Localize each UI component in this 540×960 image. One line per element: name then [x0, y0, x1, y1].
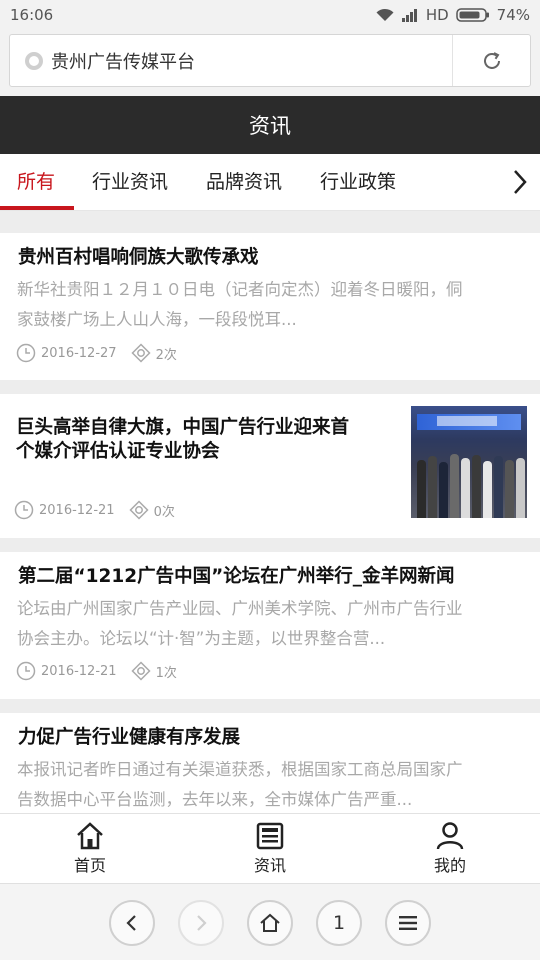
tab-industry-policy[interactable]: 行业政策 — [320, 154, 396, 210]
article-views: 2次 — [155, 347, 177, 363]
status-time: 16:06 — [10, 6, 54, 24]
article-summary-line: 家鼓楼广场上人山人海，一段段悦耳... — [17, 310, 297, 329]
chevron-right-icon — [514, 170, 527, 194]
article-thumbnail[interactable] — [411, 406, 527, 518]
menu-icon — [399, 916, 417, 930]
article-card[interactable]: 巨头高举自律大旗，中国广告行业迎来首 个媒介评估认证专业协会 2016-12-2… — [0, 394, 540, 538]
forward-button[interactable] — [178, 900, 224, 946]
tab-brand-news[interactable]: 品牌资讯 — [206, 154, 282, 210]
article-title[interactable]: 贵州百村唱响侗族大歌传承戏 — [18, 245, 259, 271]
user-icon — [436, 822, 464, 850]
battery-level: 74% — [496, 6, 530, 24]
article-title[interactable]: 力促广告行业健康有序发展 — [18, 725, 240, 751]
nav-mine[interactable]: 我的 — [360, 814, 540, 884]
clock-icon — [16, 343, 36, 363]
article-summary-line: 协会主办。论坛以“计·智”为主题，以世界整合营... — [17, 629, 386, 648]
eye-icon — [131, 343, 151, 363]
home-button[interactable] — [247, 900, 293, 946]
article-summary-line: 本报讯记者昨日通过有关渠道获悉，根据国家工商总局国家广 — [17, 760, 463, 779]
category-tabs: 所有 行业资讯 品牌资讯 行业政策 — [0, 154, 540, 211]
home-icon — [260, 913, 280, 932]
article-views: 1次 — [155, 665, 177, 681]
site-icon — [25, 51, 43, 70]
nav-news-label: 资讯 — [253, 856, 286, 875]
article-title[interactable]: 第二届“1212广告中国”论坛在广州举行_金羊网新闻 — [18, 564, 455, 590]
reload-button[interactable] — [452, 35, 530, 86]
tabs-more-button[interactable] — [510, 168, 530, 196]
active-tab-indicator — [0, 206, 74, 210]
address-text[interactable]: 贵州广告传媒平台 — [51, 48, 452, 74]
eye-icon — [129, 500, 149, 520]
nav-home[interactable]: 首页 — [0, 814, 180, 884]
home-icon — [77, 822, 103, 850]
news-icon — [256, 822, 284, 850]
article-card[interactable]: 力促广告行业健康有序发展 本报讯记者昨日通过有关渠道获悉，根据国家工商总局国家广… — [0, 713, 540, 813]
signal-icon — [401, 8, 419, 22]
article-date: 2016-12-21 — [41, 663, 117, 679]
article-card[interactable]: 贵州百村唱响侗族大歌传承戏 新华社贵阳１２月１０日电（记者向定杰）迎着冬日暖阳，… — [0, 233, 540, 380]
status-bar: 16:06 HD 74% — [0, 0, 540, 30]
article-meta: 2016-12-21 1次 — [16, 661, 177, 681]
article-summary-line: 新华社贵阳１２月１０日电（记者向定杰）迎着冬日暖阳，侗 — [17, 280, 463, 299]
article-summary-line: 告数据中心平台监测，去年以来，全市媒体广告严重... — [17, 790, 413, 809]
article-meta: 2016-12-27 2次 — [16, 343, 177, 363]
menu-button[interactable] — [385, 900, 431, 946]
article-date: 2016-12-27 — [41, 345, 117, 361]
tabs-button[interactable]: 1 — [316, 900, 362, 946]
eye-icon — [131, 661, 151, 681]
article-title-line[interactable]: 巨头高举自律大旗，中国广告行业迎来首 — [16, 415, 349, 441]
chevron-right-icon — [197, 915, 207, 931]
clock-icon — [14, 500, 34, 520]
tab-count: 1 — [332, 912, 346, 934]
tab-industry-news[interactable]: 行业资讯 — [92, 154, 168, 210]
bottom-nav: 首页 资讯 我的 — [0, 813, 540, 883]
status-indicators: HD 74% — [376, 6, 530, 24]
clock-icon — [16, 661, 36, 681]
article-title-line[interactable]: 个媒介评估认证专业协会 — [16, 439, 220, 465]
nav-mine-label: 我的 — [433, 856, 466, 875]
wifi-icon — [376, 8, 394, 22]
nav-home-label: 首页 — [73, 856, 106, 875]
article-meta: 2016-12-21 0次 — [14, 500, 175, 520]
address-bar[interactable]: 贵州广告传媒平台 — [9, 34, 531, 87]
chevron-left-icon — [126, 915, 136, 931]
thumbnail-banner — [417, 414, 521, 430]
article-views: 0次 — [153, 504, 175, 520]
back-button[interactable] — [109, 900, 155, 946]
nav-news[interactable]: 资讯 — [180, 814, 360, 884]
page-header: 资讯 — [0, 96, 540, 154]
article-card[interactable]: 第二届“1212广告中国”论坛在广州举行_金羊网新闻 论坛由广州国家广告产业园、… — [0, 552, 540, 699]
battery-icon — [455, 8, 490, 22]
article-feed[interactable]: 贵州百村唱响侗族大歌传承戏 新华社贵阳１２月１０日电（记者向定杰）迎着冬日暖阳，… — [0, 211, 540, 813]
browser-toolbar: 1 — [0, 883, 540, 960]
reload-icon — [483, 51, 500, 69]
article-date: 2016-12-21 — [39, 502, 115, 518]
page-title: 资讯 — [249, 114, 291, 138]
tab-all[interactable]: 所有 — [17, 154, 55, 210]
network-type: HD — [425, 6, 449, 24]
article-summary-line: 论坛由广州国家广告产业园、广州美术学院、广州市广告行业 — [17, 599, 463, 618]
browser-address-area: 贵州广告传媒平台 — [0, 30, 540, 96]
